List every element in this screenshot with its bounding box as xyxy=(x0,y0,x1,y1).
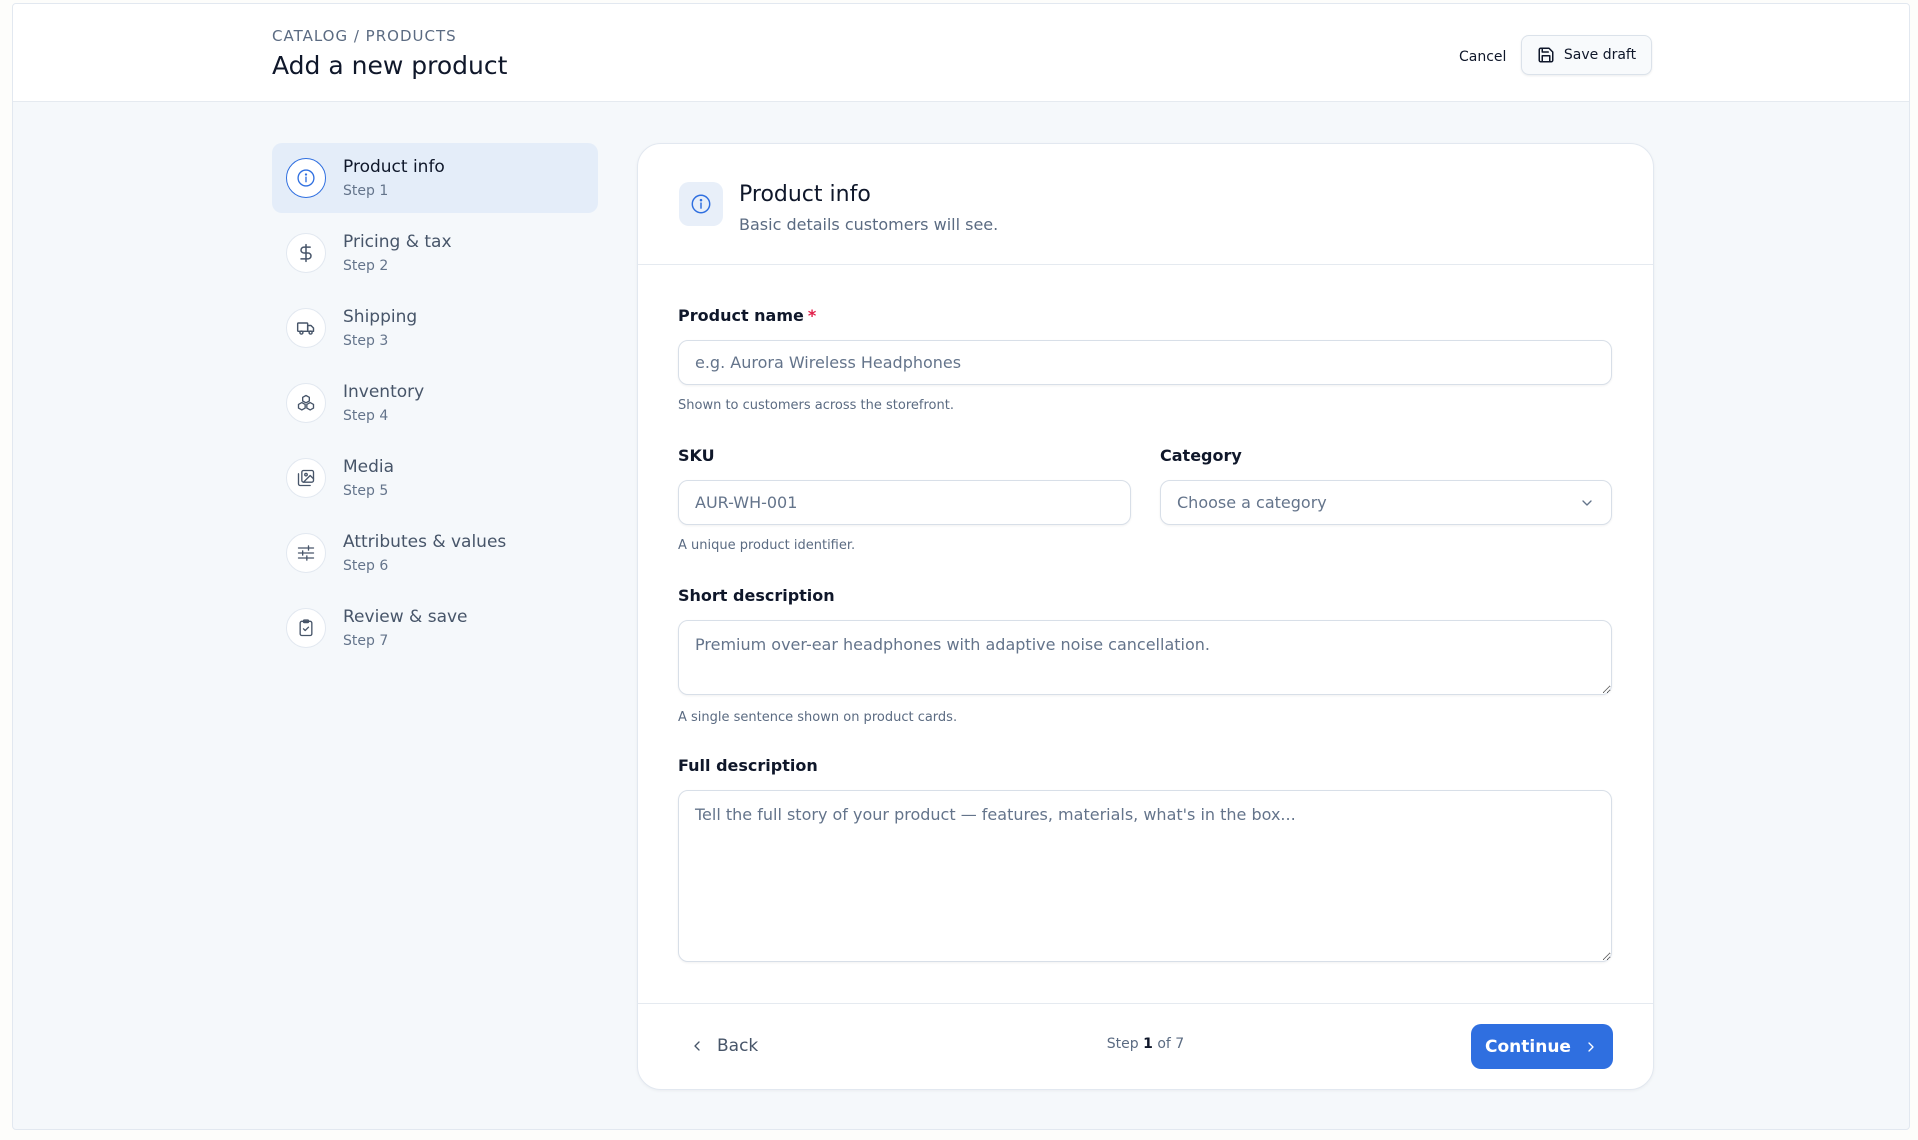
step-title: Media xyxy=(343,457,395,477)
short-description-label: Short description xyxy=(678,586,835,605)
product-name-label: Product name * xyxy=(678,306,816,325)
save-draft-label: Save draft xyxy=(1563,47,1637,63)
step-icon-circle xyxy=(286,158,326,198)
step-title: Review & save xyxy=(343,607,468,627)
category-select[interactable]: Choose a category xyxy=(1160,480,1612,525)
step-number: Step 1 xyxy=(343,183,389,199)
top-bar: CATALOG / PRODUCTS Add a new product Can… xyxy=(13,4,1909,102)
breadcrumb[interactable]: CATALOG / PRODUCTS xyxy=(272,27,457,45)
step-number: Step 3 xyxy=(343,333,389,349)
product-info-card: Product info Basic details customers wil… xyxy=(637,143,1654,1090)
step-icon-circle xyxy=(286,233,326,273)
product-name-input[interactable] xyxy=(678,340,1612,385)
info-icon xyxy=(679,182,723,226)
step-number: Step 7 xyxy=(343,633,389,649)
chevron-down-icon xyxy=(1582,499,1592,506)
step-icon-circle xyxy=(286,533,326,573)
sku-input[interactable] xyxy=(678,480,1131,525)
continue-button[interactable]: Continue xyxy=(1471,1024,1613,1069)
sku-hint: A unique product identifier. xyxy=(678,538,856,553)
images-icon xyxy=(297,469,315,487)
info-icon xyxy=(297,169,315,187)
step-counter-current: 1 xyxy=(1143,1036,1153,1052)
app-frame: CATALOG / PRODUCTS Add a new product Can… xyxy=(12,3,1910,1130)
card-header: Product info Basic details customers wil… xyxy=(638,144,1653,265)
required-mark: * xyxy=(807,306,817,325)
sliders-icon xyxy=(297,545,315,561)
step-inventory[interactable]: Inventory Step 4 xyxy=(272,368,598,438)
save-icon xyxy=(1538,47,1554,63)
step-icon-circle xyxy=(286,608,326,648)
step-pricing-tax[interactable]: Pricing & tax Step 2 xyxy=(272,218,598,288)
short-description-textarea[interactable] xyxy=(678,620,1612,695)
cancel-button[interactable]: Cancel xyxy=(1445,42,1520,72)
sku-label: SKU xyxy=(678,446,715,465)
category-selected-value: Choose a category xyxy=(1177,493,1327,512)
boxes-icon xyxy=(297,394,315,411)
step-navigation: Product info Step 1 Pricing & tax Step 2… xyxy=(272,143,598,668)
category-label: Category xyxy=(1160,446,1242,465)
step-number: Step 4 xyxy=(343,408,389,424)
card-title: Product info xyxy=(739,182,871,207)
step-media[interactable]: Media Step 5 xyxy=(272,443,598,513)
clipboard-check-icon xyxy=(299,619,313,637)
step-counter-suffix: of 7 xyxy=(1157,1036,1185,1052)
card-footer: Back Step 1 of 7 Continue xyxy=(638,1003,1653,1089)
step-title: Inventory xyxy=(343,382,425,402)
step-title: Attributes & values xyxy=(343,532,507,552)
save-draft-button[interactable]: Save draft xyxy=(1521,35,1652,75)
step-icon-circle xyxy=(286,383,326,423)
page-title: Add a new product xyxy=(272,51,508,80)
continue-label: Continue xyxy=(1485,1036,1571,1057)
product-name-label-text: Product name xyxy=(678,306,804,325)
step-number: Step 5 xyxy=(343,483,389,499)
full-description-label: Full description xyxy=(678,756,818,775)
step-icon-circle xyxy=(286,308,326,348)
chevron-right-icon xyxy=(1588,1041,1594,1052)
step-title: Shipping xyxy=(343,307,418,327)
short-description-hint: A single sentence shown on product cards… xyxy=(678,710,958,725)
step-shipping[interactable]: Shipping Step 3 xyxy=(272,293,598,363)
step-attributes-values[interactable]: Attributes & values Step 6 xyxy=(272,518,598,588)
product-name-hint: Shown to customers across the storefront… xyxy=(678,398,954,413)
full-description-textarea[interactable] xyxy=(678,790,1612,962)
step-number: Step 6 xyxy=(343,558,389,574)
step-icon-circle xyxy=(286,458,326,498)
step-title: Product info xyxy=(343,157,445,177)
dollar-icon xyxy=(300,243,312,263)
step-number: Step 2 xyxy=(343,258,389,274)
step-counter-prefix: Step xyxy=(1106,1036,1139,1052)
step-product-info[interactable]: Product info Step 1 xyxy=(272,143,598,213)
card-subtitle: Basic details customers will see. xyxy=(739,215,999,234)
step-review-save[interactable]: Review & save Step 7 xyxy=(272,593,598,663)
truck-icon xyxy=(296,322,315,335)
step-title: Pricing & tax xyxy=(343,232,452,252)
